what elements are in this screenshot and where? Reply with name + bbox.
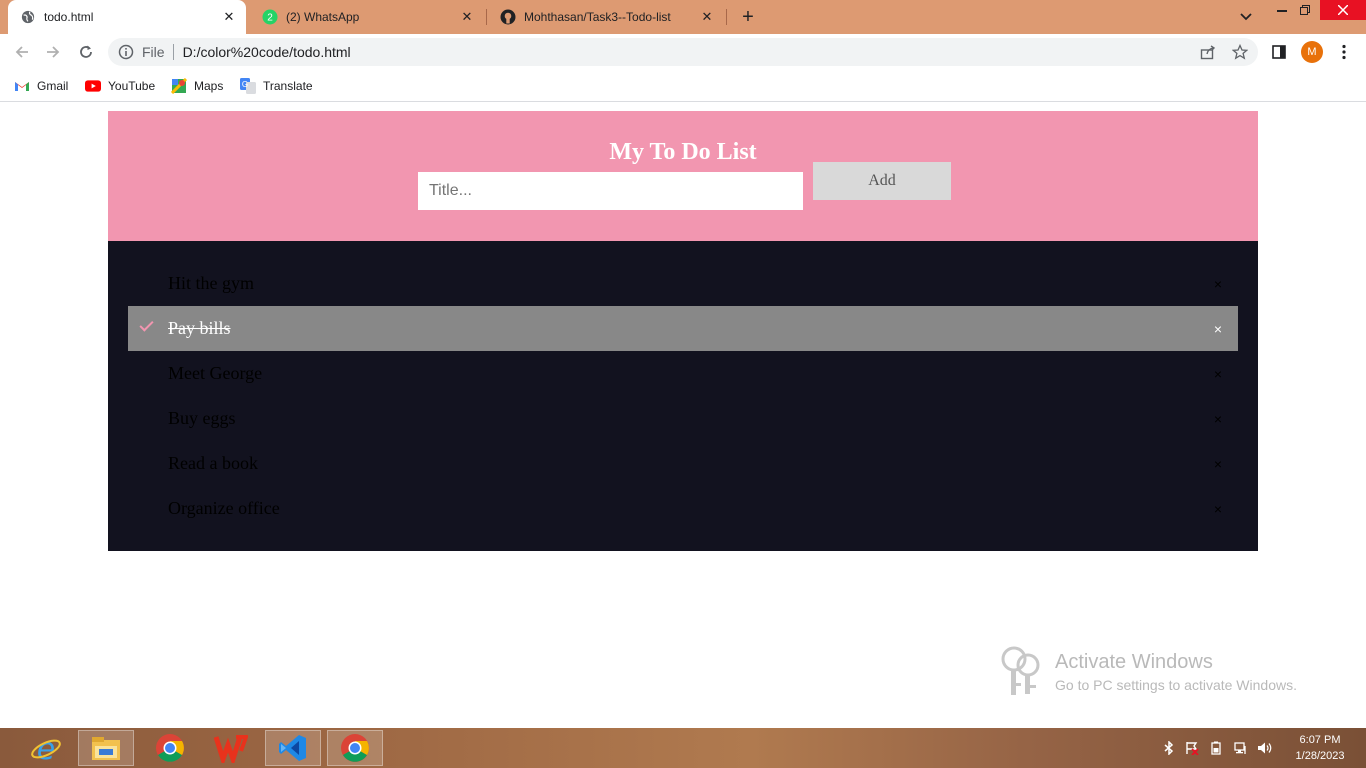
share-icon[interactable] xyxy=(1196,40,1220,64)
list-item[interactable]: Read a book × xyxy=(128,441,1238,486)
watermark-subtitle: Go to PC settings to activate Windows. xyxy=(1055,677,1297,693)
list-item-checked[interactable]: Pay bills × xyxy=(128,306,1238,351)
omnibox-divider xyxy=(172,44,174,60)
todo-list: Hit the gym × Pay bills × Meet George × … xyxy=(108,241,1258,551)
window-close-button[interactable] xyxy=(1320,0,1366,20)
chrome-active-icon[interactable] xyxy=(327,730,383,766)
globe-icon xyxy=(20,9,36,25)
item-text: Meet George xyxy=(168,363,263,383)
list-item[interactable]: Hit the gym × xyxy=(128,261,1238,306)
system-clock[interactable]: 6:07 PM 1/28/2023 xyxy=(1282,732,1358,764)
profile-avatar[interactable]: M xyxy=(1301,41,1323,63)
close-icon[interactable]: × xyxy=(1214,411,1222,427)
checkmark-icon xyxy=(139,317,154,332)
svg-text:G: G xyxy=(242,80,248,89)
tab-title: (2) WhatsApp xyxy=(286,10,360,24)
github-icon xyxy=(500,9,516,25)
close-icon[interactable]: × xyxy=(1214,321,1222,337)
watermark-title: Activate Windows xyxy=(1055,651,1213,673)
item-text: Pay bills xyxy=(168,318,231,338)
bookmark-gmail[interactable]: Gmail xyxy=(14,76,68,96)
address-bar[interactable]: File D:/color%20code/todo.html xyxy=(108,38,1258,66)
close-icon[interactable]: × xyxy=(1214,501,1222,517)
chrome-icon[interactable] xyxy=(142,730,198,766)
tab-github[interactable]: Mohthasan/Task3--Todo-list ✕ xyxy=(488,0,724,34)
bookmark-youtube[interactable]: YouTube xyxy=(85,76,155,96)
chevron-down-icon[interactable] xyxy=(1236,8,1256,26)
item-text: Buy eggs xyxy=(168,408,236,428)
maps-icon xyxy=(171,78,187,94)
close-icon[interactable]: × xyxy=(1214,366,1222,382)
internet-explorer-icon[interactable]: e xyxy=(18,730,74,766)
close-icon[interactable]: × xyxy=(1214,276,1222,292)
bookmark-label: Gmail xyxy=(37,79,69,93)
bookmarks-bar: Gmail YouTube Maps G Translate xyxy=(0,70,1366,102)
bookmark-star-icon[interactable] xyxy=(1228,40,1252,64)
info-icon[interactable] xyxy=(118,44,134,60)
svg-text:2: 2 xyxy=(267,13,273,24)
action-center-flag-icon[interactable] xyxy=(1184,740,1200,756)
tab-close-icon[interactable]: ✕ xyxy=(458,8,476,26)
item-text: Read a book xyxy=(168,453,258,473)
clock-time: 6:07 PM xyxy=(1299,734,1341,746)
url-text[interactable]: D:/color%20code/todo.html xyxy=(183,44,351,60)
tab-title: Mohthasan/Task3--Todo-list xyxy=(524,10,671,24)
file-explorer-icon[interactable] xyxy=(78,730,134,766)
battery-icon[interactable] xyxy=(1209,740,1225,756)
tab-close-icon[interactable]: ✕ xyxy=(220,8,238,26)
todo-header: My To Do List Add xyxy=(108,111,1258,241)
volume-icon[interactable] xyxy=(1257,740,1273,756)
activate-windows-watermark: Activate Windows Go to PC settings to ac… xyxy=(1000,643,1340,699)
new-tab-button[interactable]: + xyxy=(736,6,760,28)
restore-button[interactable] xyxy=(1292,0,1318,20)
bookmark-label: YouTube xyxy=(108,79,156,93)
vscode-icon[interactable] xyxy=(265,730,321,766)
bookmark-label: Maps xyxy=(194,79,224,93)
bluetooth-icon[interactable] xyxy=(1161,740,1177,756)
youtube-icon xyxy=(85,78,101,94)
close-icon[interactable]: × xyxy=(1214,456,1222,472)
translate-icon: G xyxy=(240,78,256,94)
clock-date: 1/28/2023 xyxy=(1295,750,1345,762)
url-scheme: File xyxy=(142,44,165,60)
forward-button[interactable] xyxy=(41,40,65,64)
page-title: My To Do List xyxy=(609,139,757,165)
gmail-icon xyxy=(14,78,30,94)
reload-button[interactable] xyxy=(74,40,98,64)
list-item[interactable]: Meet George × xyxy=(128,351,1238,396)
browser-toolbar: File D:/color%20code/todo.html xyxy=(0,34,1366,70)
list-item[interactable]: Organize office × xyxy=(128,486,1238,531)
bookmark-translate[interactable]: G Translate xyxy=(240,76,313,96)
page-content: My To Do List Add Hit the gym × Pay bill… xyxy=(0,103,1366,728)
svg-text:e: e xyxy=(37,732,55,764)
item-text: Hit the gym xyxy=(168,273,254,293)
tab-whatsapp[interactable]: 2 (2) WhatsApp ✕ xyxy=(250,0,484,34)
tab-divider xyxy=(486,9,487,25)
more-menu-icon[interactable] xyxy=(1334,41,1354,63)
bookmark-label: Translate xyxy=(263,79,313,93)
tab-divider xyxy=(726,9,727,25)
tab-todo[interactable]: todo.html ✕ xyxy=(8,0,246,34)
browser-tab-strip: todo.html ✕ 2 (2) WhatsApp ✕ Mohthasan/T… xyxy=(0,0,1366,34)
title-input[interactable] xyxy=(418,172,803,210)
item-text: Organize office xyxy=(168,498,280,518)
keys-icon xyxy=(1000,645,1050,697)
bookmark-maps[interactable]: Maps xyxy=(171,76,223,96)
back-button[interactable] xyxy=(10,40,34,64)
network-icon[interactable] xyxy=(1233,740,1249,756)
wps-office-icon[interactable] xyxy=(203,730,259,766)
add-button[interactable]: Add xyxy=(813,162,951,200)
list-item[interactable]: Buy eggs × xyxy=(128,396,1238,441)
side-panel-icon[interactable] xyxy=(1267,40,1291,64)
windows-taskbar: e 6:07 PM 1/28/2023 xyxy=(0,728,1366,768)
tab-close-icon[interactable]: ✕ xyxy=(698,8,716,26)
tab-title: todo.html xyxy=(44,10,94,24)
whatsapp-icon: 2 xyxy=(262,9,278,25)
